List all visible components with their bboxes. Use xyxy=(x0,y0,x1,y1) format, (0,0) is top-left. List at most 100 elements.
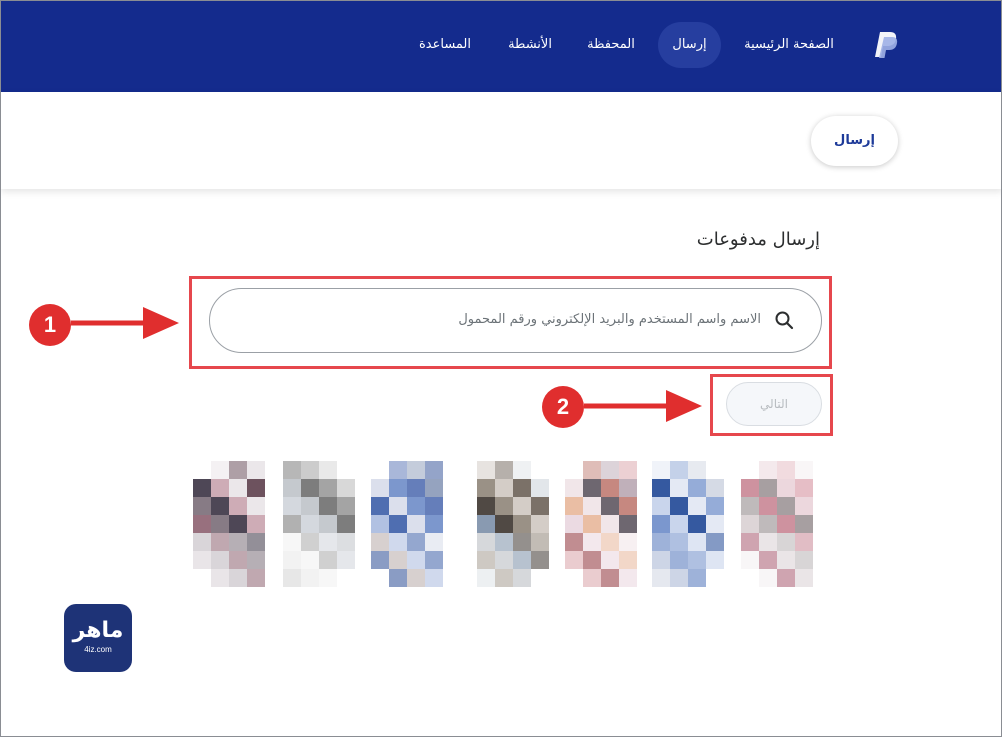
contact-pixel xyxy=(652,515,670,533)
contact-pixel xyxy=(425,479,443,497)
contact-pixel xyxy=(759,551,777,569)
nav-item-home[interactable]: الصفحة الرئيسية xyxy=(739,22,839,68)
contact-pixel xyxy=(688,461,706,479)
contact-pixel xyxy=(211,515,229,533)
contact-pixel xyxy=(247,533,265,551)
contact-item[interactable] xyxy=(565,461,637,587)
contact-pixel xyxy=(795,497,813,515)
contact-pixel xyxy=(619,479,637,497)
contact-pixel xyxy=(477,569,495,587)
contact-pixel xyxy=(688,515,706,533)
contact-pixel xyxy=(513,515,531,533)
contact-pixel xyxy=(513,461,531,479)
contact-pixel xyxy=(389,533,407,551)
contact-pixel xyxy=(407,515,425,533)
contact-pixel xyxy=(371,533,389,551)
contact-item[interactable] xyxy=(283,461,355,587)
contact-pixel xyxy=(301,479,319,497)
send-tab-pill[interactable]: إرسال xyxy=(811,116,898,166)
contact-pixel xyxy=(301,533,319,551)
contact-pixel xyxy=(319,461,337,479)
contact-pixel xyxy=(477,515,495,533)
contact-pixel xyxy=(371,551,389,569)
contact-pixel xyxy=(193,515,211,533)
contact-pixel xyxy=(407,479,425,497)
contact-pixel xyxy=(795,515,813,533)
contact-pixel xyxy=(531,497,549,515)
nav-item-help[interactable]: المساعدة xyxy=(409,22,481,68)
contact-pixel xyxy=(652,461,670,479)
next-button[interactable]: التالي xyxy=(726,382,822,426)
contact-pixel xyxy=(777,479,795,497)
contact-pixel xyxy=(247,461,265,479)
contact-pixel xyxy=(283,515,301,533)
contact-pixel xyxy=(688,569,706,587)
contact-pixel xyxy=(425,569,443,587)
paypal-logo-icon[interactable] xyxy=(871,30,899,60)
contact-pixel xyxy=(247,497,265,515)
contact-pixel xyxy=(601,515,619,533)
contact-pixel xyxy=(319,479,337,497)
contact-pixel xyxy=(495,515,513,533)
contact-pixel xyxy=(619,551,637,569)
contact-pixel xyxy=(777,551,795,569)
contact-pixel xyxy=(759,515,777,533)
contact-pixel xyxy=(741,515,759,533)
contact-pixel xyxy=(670,497,688,515)
contact-pixel xyxy=(337,479,355,497)
contact-pixel xyxy=(583,479,601,497)
contact-pixel xyxy=(670,533,688,551)
contact-pixel xyxy=(583,569,601,587)
nav-item-wallet[interactable]: المحفظة xyxy=(576,22,646,68)
contact-pixel xyxy=(319,533,337,551)
contact-pixel xyxy=(337,551,355,569)
contact-item[interactable] xyxy=(477,461,549,587)
contact-pixel xyxy=(601,461,619,479)
contact-pixel xyxy=(371,497,389,515)
contact-pixel xyxy=(407,551,425,569)
contact-item[interactable] xyxy=(652,461,724,587)
contact-pixel xyxy=(706,515,724,533)
contact-pixel xyxy=(688,479,706,497)
contact-pixel xyxy=(425,461,443,479)
contact-pixel xyxy=(759,497,777,515)
contact-pixel xyxy=(513,497,531,515)
contact-pixel xyxy=(513,569,531,587)
contact-pixel xyxy=(795,533,813,551)
annotation-marker-1: 1 xyxy=(29,304,71,346)
nav-item-activity[interactable]: الأنشطة xyxy=(496,22,564,68)
contact-pixel xyxy=(513,479,531,497)
contact-pixel xyxy=(407,497,425,515)
contact-pixel xyxy=(407,533,425,551)
contact-pixel xyxy=(389,551,407,569)
contact-pixel xyxy=(759,533,777,551)
nav-item-send[interactable]: إرسال xyxy=(658,22,721,68)
contact-item[interactable] xyxy=(741,461,813,587)
contact-item[interactable] xyxy=(193,461,265,587)
contact-pixel xyxy=(619,515,637,533)
contact-pixel xyxy=(652,497,670,515)
contact-pixel xyxy=(193,497,211,515)
contact-pixel xyxy=(247,551,265,569)
contact-pixel xyxy=(371,515,389,533)
contact-pixel xyxy=(477,551,495,569)
contact-pixel xyxy=(601,533,619,551)
contact-pixel xyxy=(193,551,211,569)
contact-pixel xyxy=(619,569,637,587)
contact-pixel xyxy=(601,551,619,569)
top-navigation-bar: الصفحة الرئيسية إرسال المحفظة الأنشطة ال… xyxy=(1,1,1001,92)
contact-pixel xyxy=(283,551,301,569)
contact-item[interactable] xyxy=(371,461,443,587)
contact-pixel xyxy=(670,461,688,479)
contact-pixel xyxy=(211,461,229,479)
contact-pixel xyxy=(670,551,688,569)
contact-pixel xyxy=(795,569,813,587)
contact-pixel xyxy=(283,461,301,479)
contact-pixel xyxy=(425,497,443,515)
contact-pixel xyxy=(211,533,229,551)
contact-pixel xyxy=(247,479,265,497)
contact-pixel xyxy=(741,497,759,515)
contact-pixel xyxy=(741,533,759,551)
contact-pixel xyxy=(211,569,229,587)
contact-pixel xyxy=(777,533,795,551)
